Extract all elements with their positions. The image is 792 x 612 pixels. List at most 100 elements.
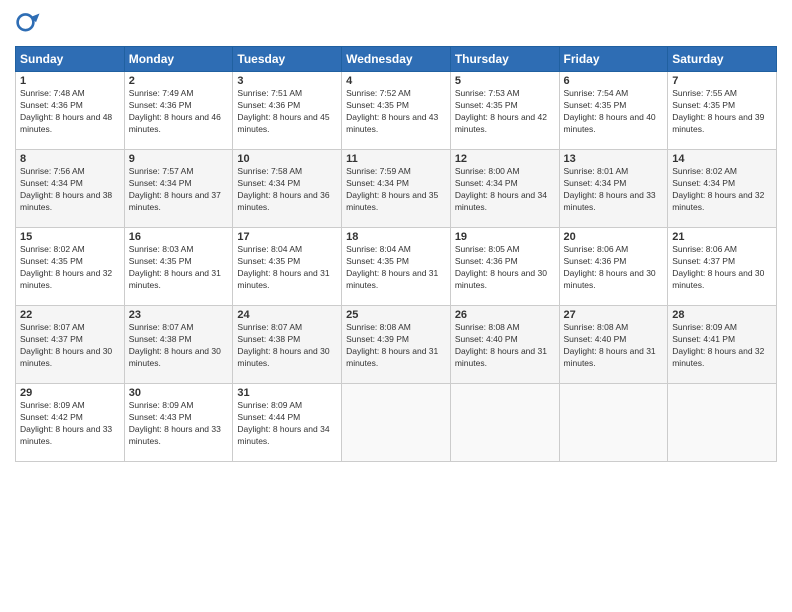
- calendar-cell: 16 Sunrise: 8:03 AM Sunset: 4:35 PM Dayl…: [124, 228, 233, 306]
- calendar-cell: 7 Sunrise: 7:55 AM Sunset: 4:35 PM Dayli…: [668, 72, 777, 150]
- day-info: Sunrise: 8:02 AM Sunset: 4:35 PM Dayligh…: [20, 244, 120, 292]
- calendar-cell: 20 Sunrise: 8:06 AM Sunset: 4:36 PM Dayl…: [559, 228, 668, 306]
- calendar-cell: 29 Sunrise: 8:09 AM Sunset: 4:42 PM Dayl…: [16, 384, 125, 462]
- header-cell-saturday: Saturday: [668, 47, 777, 72]
- day-number: 25: [346, 309, 446, 321]
- calendar-cell: 21 Sunrise: 8:06 AM Sunset: 4:37 PM Dayl…: [668, 228, 777, 306]
- day-number: 27: [564, 309, 664, 321]
- day-info: Sunrise: 8:08 AM Sunset: 4:39 PM Dayligh…: [346, 322, 446, 370]
- day-number: 24: [237, 309, 337, 321]
- calendar-cell: 1 Sunrise: 7:48 AM Sunset: 4:36 PM Dayli…: [16, 72, 125, 150]
- day-number: 26: [455, 309, 555, 321]
- calendar-cell: 25 Sunrise: 8:08 AM Sunset: 4:39 PM Dayl…: [342, 306, 451, 384]
- header-cell-friday: Friday: [559, 47, 668, 72]
- calendar-cell: 3 Sunrise: 7:51 AM Sunset: 4:36 PM Dayli…: [233, 72, 342, 150]
- day-info: Sunrise: 8:09 AM Sunset: 4:41 PM Dayligh…: [672, 322, 772, 370]
- day-info: Sunrise: 7:51 AM Sunset: 4:36 PM Dayligh…: [237, 88, 337, 136]
- day-info: Sunrise: 8:05 AM Sunset: 4:36 PM Dayligh…: [455, 244, 555, 292]
- header-cell-thursday: Thursday: [450, 47, 559, 72]
- calendar-cell: [559, 384, 668, 462]
- day-number: 4: [346, 75, 446, 87]
- day-number: 7: [672, 75, 772, 87]
- calendar-cell: 30 Sunrise: 8:09 AM Sunset: 4:43 PM Dayl…: [124, 384, 233, 462]
- day-info: Sunrise: 7:48 AM Sunset: 4:36 PM Dayligh…: [20, 88, 120, 136]
- day-info: Sunrise: 8:02 AM Sunset: 4:34 PM Dayligh…: [672, 166, 772, 214]
- logo-icon: [15, 10, 43, 38]
- day-number: 2: [129, 75, 229, 87]
- calendar-cell: 23 Sunrise: 8:07 AM Sunset: 4:38 PM Dayl…: [124, 306, 233, 384]
- calendar-row-3: 15 Sunrise: 8:02 AM Sunset: 4:35 PM Dayl…: [16, 228, 777, 306]
- day-number: 8: [20, 153, 120, 165]
- calendar-cell: 4 Sunrise: 7:52 AM Sunset: 4:35 PM Dayli…: [342, 72, 451, 150]
- day-info: Sunrise: 7:56 AM Sunset: 4:34 PM Dayligh…: [20, 166, 120, 214]
- header-cell-monday: Monday: [124, 47, 233, 72]
- day-info: Sunrise: 7:57 AM Sunset: 4:34 PM Dayligh…: [129, 166, 229, 214]
- day-number: 14: [672, 153, 772, 165]
- day-info: Sunrise: 7:49 AM Sunset: 4:36 PM Dayligh…: [129, 88, 229, 136]
- calendar-cell: 15 Sunrise: 8:02 AM Sunset: 4:35 PM Dayl…: [16, 228, 125, 306]
- calendar-cell: 6 Sunrise: 7:54 AM Sunset: 4:35 PM Dayli…: [559, 72, 668, 150]
- day-number: 9: [129, 153, 229, 165]
- calendar-cell: 31 Sunrise: 8:09 AM Sunset: 4:44 PM Dayl…: [233, 384, 342, 462]
- day-info: Sunrise: 8:09 AM Sunset: 4:43 PM Dayligh…: [129, 400, 229, 448]
- logo: [15, 10, 47, 38]
- header: [15, 10, 777, 38]
- day-number: 28: [672, 309, 772, 321]
- day-info: Sunrise: 7:58 AM Sunset: 4:34 PM Dayligh…: [237, 166, 337, 214]
- calendar-cell: 9 Sunrise: 7:57 AM Sunset: 4:34 PM Dayli…: [124, 150, 233, 228]
- day-number: 12: [455, 153, 555, 165]
- day-info: Sunrise: 8:07 AM Sunset: 4:37 PM Dayligh…: [20, 322, 120, 370]
- day-info: Sunrise: 8:03 AM Sunset: 4:35 PM Dayligh…: [129, 244, 229, 292]
- day-number: 30: [129, 387, 229, 399]
- calendar-cell: 27 Sunrise: 8:08 AM Sunset: 4:40 PM Dayl…: [559, 306, 668, 384]
- day-number: 23: [129, 309, 229, 321]
- day-info: Sunrise: 7:55 AM Sunset: 4:35 PM Dayligh…: [672, 88, 772, 136]
- calendar-cell: [342, 384, 451, 462]
- calendar-cell: 22 Sunrise: 8:07 AM Sunset: 4:37 PM Dayl…: [16, 306, 125, 384]
- day-number: 29: [20, 387, 120, 399]
- day-number: 18: [346, 231, 446, 243]
- day-number: 1: [20, 75, 120, 87]
- calendar-cell: 12 Sunrise: 8:00 AM Sunset: 4:34 PM Dayl…: [450, 150, 559, 228]
- day-info: Sunrise: 7:52 AM Sunset: 4:35 PM Dayligh…: [346, 88, 446, 136]
- calendar-cell: 17 Sunrise: 8:04 AM Sunset: 4:35 PM Dayl…: [233, 228, 342, 306]
- calendar-row-4: 22 Sunrise: 8:07 AM Sunset: 4:37 PM Dayl…: [16, 306, 777, 384]
- day-number: 15: [20, 231, 120, 243]
- header-cell-sunday: Sunday: [16, 47, 125, 72]
- header-cell-tuesday: Tuesday: [233, 47, 342, 72]
- day-info: Sunrise: 8:00 AM Sunset: 4:34 PM Dayligh…: [455, 166, 555, 214]
- calendar-cell: 8 Sunrise: 7:56 AM Sunset: 4:34 PM Dayli…: [16, 150, 125, 228]
- header-cell-wednesday: Wednesday: [342, 47, 451, 72]
- calendar-cell: 2 Sunrise: 7:49 AM Sunset: 4:36 PM Dayli…: [124, 72, 233, 150]
- day-number: 19: [455, 231, 555, 243]
- day-number: 21: [672, 231, 772, 243]
- calendar-cell: [450, 384, 559, 462]
- day-info: Sunrise: 8:06 AM Sunset: 4:36 PM Dayligh…: [564, 244, 664, 292]
- day-number: 5: [455, 75, 555, 87]
- calendar-cell: 19 Sunrise: 8:05 AM Sunset: 4:36 PM Dayl…: [450, 228, 559, 306]
- day-info: Sunrise: 8:09 AM Sunset: 4:44 PM Dayligh…: [237, 400, 337, 448]
- day-number: 17: [237, 231, 337, 243]
- day-info: Sunrise: 8:04 AM Sunset: 4:35 PM Dayligh…: [237, 244, 337, 292]
- calendar-header-row: SundayMondayTuesdayWednesdayThursdayFrid…: [16, 47, 777, 72]
- day-number: 10: [237, 153, 337, 165]
- calendar-cell: 28 Sunrise: 8:09 AM Sunset: 4:41 PM Dayl…: [668, 306, 777, 384]
- calendar-row-1: 1 Sunrise: 7:48 AM Sunset: 4:36 PM Dayli…: [16, 72, 777, 150]
- calendar-cell: [668, 384, 777, 462]
- day-number: 6: [564, 75, 664, 87]
- calendar-cell: 5 Sunrise: 7:53 AM Sunset: 4:35 PM Dayli…: [450, 72, 559, 150]
- calendar-row-2: 8 Sunrise: 7:56 AM Sunset: 4:34 PM Dayli…: [16, 150, 777, 228]
- calendar-row-5: 29 Sunrise: 8:09 AM Sunset: 4:42 PM Dayl…: [16, 384, 777, 462]
- calendar-cell: 10 Sunrise: 7:58 AM Sunset: 4:34 PM Dayl…: [233, 150, 342, 228]
- calendar-cell: 26 Sunrise: 8:08 AM Sunset: 4:40 PM Dayl…: [450, 306, 559, 384]
- day-info: Sunrise: 8:01 AM Sunset: 4:34 PM Dayligh…: [564, 166, 664, 214]
- day-info: Sunrise: 8:09 AM Sunset: 4:42 PM Dayligh…: [20, 400, 120, 448]
- day-info: Sunrise: 8:04 AM Sunset: 4:35 PM Dayligh…: [346, 244, 446, 292]
- day-info: Sunrise: 8:07 AM Sunset: 4:38 PM Dayligh…: [129, 322, 229, 370]
- day-info: Sunrise: 8:07 AM Sunset: 4:38 PM Dayligh…: [237, 322, 337, 370]
- day-info: Sunrise: 7:59 AM Sunset: 4:34 PM Dayligh…: [346, 166, 446, 214]
- day-number: 11: [346, 153, 446, 165]
- calendar-cell: 13 Sunrise: 8:01 AM Sunset: 4:34 PM Dayl…: [559, 150, 668, 228]
- calendar-cell: 11 Sunrise: 7:59 AM Sunset: 4:34 PM Dayl…: [342, 150, 451, 228]
- day-number: 3: [237, 75, 337, 87]
